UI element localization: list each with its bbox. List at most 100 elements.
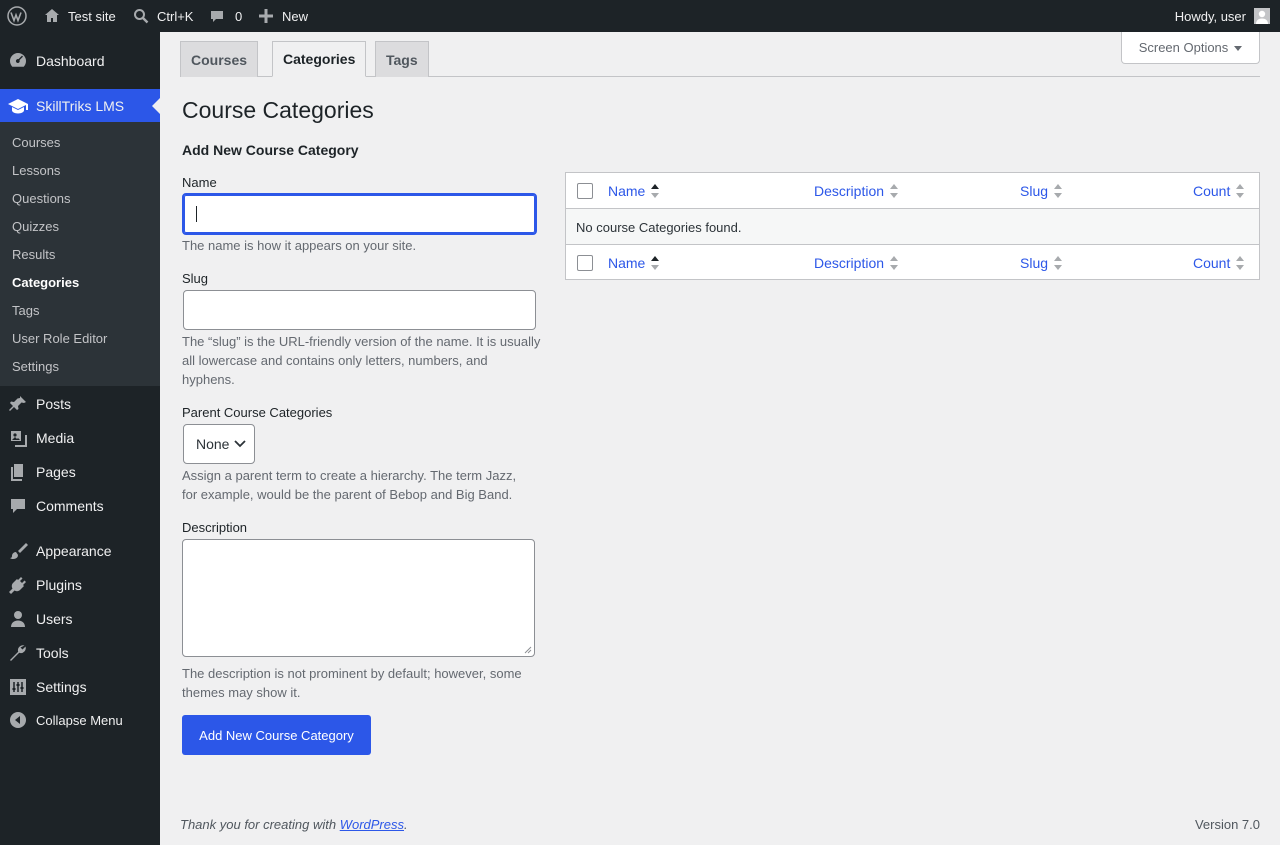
menu-plugins[interactable]: Plugins (0, 568, 160, 602)
tab-tags[interactable]: Tags (375, 41, 429, 77)
column-name-footer[interactable]: Name (608, 245, 660, 281)
menu-skilltriks-lms[interactable]: SkillTriks LMS (0, 89, 160, 123)
menu-label: Media (36, 430, 75, 446)
search-icon (134, 9, 149, 24)
column-count-footer[interactable]: Count (1193, 245, 1245, 281)
table-footer-row: Name Description Slug Count (566, 244, 1259, 280)
comment-icon (211, 11, 223, 22)
add-category-button[interactable]: Add New Course Category (182, 715, 371, 755)
select-all-checkbox-footer[interactable] (577, 255, 593, 271)
menu-settings[interactable]: Settings (0, 670, 160, 704)
submenu-courses[interactable]: Courses (12, 135, 60, 150)
name-input[interactable] (182, 193, 537, 235)
menu-label: Tools (36, 645, 69, 661)
settings-sliders-icon (8, 677, 28, 697)
admin-bar: Test site Ctrl+K 0 New Howdy, user (0, 0, 1280, 32)
slug-input[interactable] (183, 290, 536, 330)
resize-handle-icon[interactable] (524, 646, 532, 654)
submenu-categories[interactable]: Categories (12, 275, 79, 290)
sort-icon (1236, 184, 1245, 198)
sort-icon (1054, 184, 1063, 198)
menu-label: Comments (36, 498, 104, 514)
column-label: Slug (1020, 183, 1049, 199)
menu-label: Users (36, 611, 73, 627)
menu-dashboard[interactable]: Dashboard (0, 44, 160, 78)
site-name-link[interactable]: Test site (44, 0, 116, 32)
column-description-footer[interactable]: Description (814, 245, 899, 281)
avatar (1254, 8, 1270, 24)
tab-courses[interactable]: Courses (180, 41, 259, 77)
caret-down-icon (1234, 46, 1243, 51)
sort-icon (890, 256, 899, 270)
plugin-icon (8, 575, 28, 595)
menu-label: Pages (36, 464, 76, 480)
menu-users[interactable]: Users (0, 602, 160, 636)
menu-posts[interactable]: Posts (0, 387, 160, 421)
main-content: Courses Categories Tags Screen Options C… (160, 32, 1280, 845)
submenu-settings[interactable]: Settings (12, 359, 59, 374)
column-description[interactable]: Description (814, 173, 899, 209)
menu-label: Collapse Menu (36, 712, 123, 728)
submenu-questions[interactable]: Questions (12, 191, 71, 206)
chevron-down-icon (234, 440, 246, 448)
column-slug[interactable]: Slug (1020, 173, 1063, 209)
pin-icon (8, 394, 28, 414)
slug-description: The “slug” is the URL-friendly version o… (182, 334, 541, 387)
plugin-submenu: Courses Lessons Questions Quizzes Result… (0, 122, 160, 386)
my-account[interactable]: Howdy, user (1175, 0, 1270, 32)
empty-message: No course Categories found. (576, 219, 742, 235)
footer-version: Version 7.0 (1194, 817, 1260, 832)
form-heading: Add New Course Category (182, 142, 359, 158)
name-description: The name is how it appears on your site. (182, 238, 417, 253)
select-all-checkbox[interactable] (577, 183, 593, 199)
submenu-results[interactable]: Results (12, 247, 55, 262)
table-header-row: Name Description Slug Count (566, 173, 1259, 209)
submenu-lessons[interactable]: Lessons (12, 163, 60, 178)
command-search[interactable]: Ctrl+K (133, 0, 193, 32)
menu-appearance[interactable]: Appearance (0, 534, 160, 568)
site-name: Test site (68, 8, 116, 24)
menu-pages[interactable]: Pages (0, 455, 160, 489)
menu-comments[interactable]: Comments (0, 489, 160, 523)
column-label: Slug (1020, 255, 1049, 271)
menu-label: Settings (36, 679, 87, 695)
howdy-text: Howdy, user (1174, 8, 1246, 24)
column-label: Name (608, 183, 646, 199)
submenu-tags[interactable]: Tags (12, 303, 39, 318)
submenu-user-role-editor[interactable]: User Role Editor (12, 331, 107, 346)
comments-link[interactable]: 0 (209, 0, 242, 32)
tab-categories[interactable]: Categories (272, 41, 367, 77)
footer-thanks: Thank you for creating with WordPress. (180, 817, 408, 832)
user-icon (8, 609, 28, 629)
column-slug-footer[interactable]: Slug (1020, 245, 1063, 281)
parent-select[interactable]: None (183, 424, 255, 464)
description-textarea[interactable] (182, 539, 535, 657)
menu-label: Posts (36, 396, 72, 412)
wordpress-logo-icon[interactable] (7, 0, 27, 32)
screen-options-button[interactable]: Screen Options (1121, 32, 1260, 64)
menu-label: SkillTriks LMS (36, 98, 125, 114)
menu-media[interactable]: Media (0, 421, 160, 455)
column-count[interactable]: Count (1193, 173, 1245, 209)
plus-icon (259, 9, 273, 23)
page-title: Course Categories (182, 97, 374, 123)
table-empty-row: No course Categories found. (566, 209, 1259, 245)
wordpress-link[interactable]: WordPress (340, 817, 404, 832)
sort-icon (1236, 256, 1245, 270)
menu-label: Plugins (36, 577, 82, 593)
menu-tools[interactable]: Tools (0, 636, 160, 670)
sort-icon (651, 256, 660, 270)
comments-count: 0 (235, 8, 243, 24)
nav-tabs: Courses Categories Tags (180, 32, 1260, 77)
collapse-menu-button[interactable]: Collapse Menu (0, 703, 160, 737)
parent-description: Assign a parent term to create a hierarc… (182, 468, 517, 502)
new-label: New (282, 8, 309, 24)
parent-label: Parent Course Categories (182, 405, 333, 420)
column-name[interactable]: Name (608, 173, 660, 209)
new-content-link[interactable]: New (259, 0, 308, 32)
sort-icon (890, 184, 899, 198)
column-label: Count (1193, 183, 1231, 199)
parent-selected-value: None (196, 436, 230, 452)
submenu-quizzes[interactable]: Quizzes (12, 219, 59, 234)
column-label: Name (608, 255, 646, 271)
